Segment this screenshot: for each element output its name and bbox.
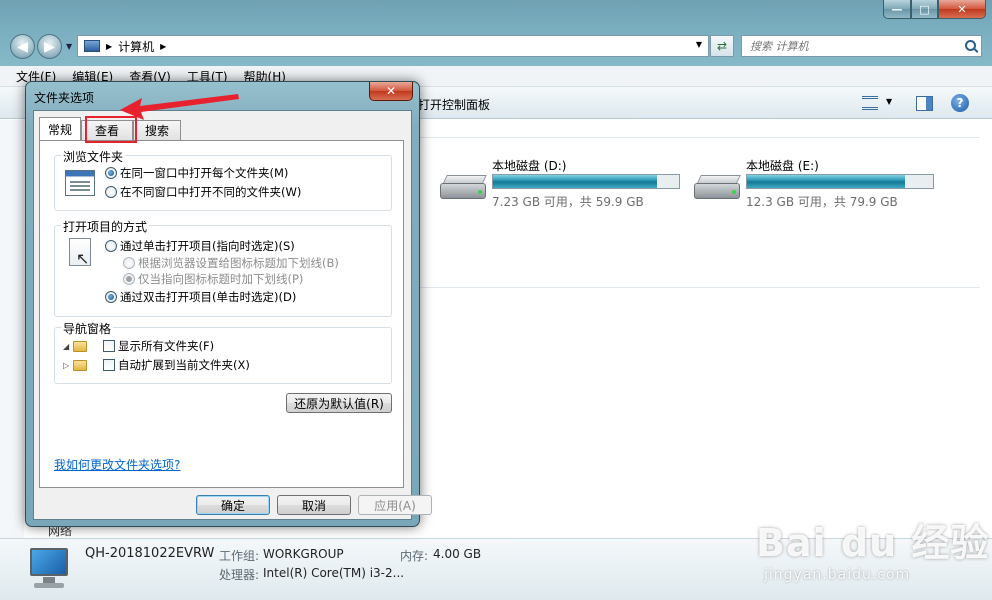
dialog-body: 常规 查看 搜索 浏览文件夹 在同一窗口中打开每个文件夹(M) 在不同窗口中打开…	[33, 110, 432, 520]
drive-d[interactable]: 本地磁盘 (D:) 7.23 GB 可用，共 59.9 GB	[440, 157, 690, 213]
navigation-pane	[0, 120, 24, 538]
radio-same-window[interactable]: 在同一窗口中打开每个文件夹(M)	[105, 165, 288, 181]
open-control-panel-button[interactable]: 打开控制面板	[418, 96, 490, 113]
hard-drive-icon	[694, 175, 741, 201]
drive-usage-fill	[493, 175, 657, 188]
radio-button	[123, 273, 135, 285]
view-dropdown-icon[interactable]: ▼	[886, 97, 892, 106]
forward-button[interactable]: ▶	[37, 34, 62, 59]
baidu-watermark: Bai du 经验 jingyan.baidu.com	[756, 512, 989, 583]
click-pointer-icon	[69, 238, 91, 268]
breadcrumb-arrow-icon[interactable]: ▶	[106, 42, 112, 51]
option-label: 自动扩展到当前文件夹(X)	[118, 358, 250, 372]
change-view-icon[interactable]	[862, 96, 878, 110]
checkbox[interactable]	[103, 340, 115, 352]
recent-pages-dropdown[interactable]: ▼	[66, 42, 72, 51]
caption-buttons: — □ ✕	[883, 0, 986, 19]
checkbox-show-all-folders[interactable]: ◢ 显示所有文件夹(F)	[63, 338, 214, 354]
watermark-url: jingyan.baidu.com	[764, 567, 911, 583]
preview-pane-icon[interactable]	[916, 96, 933, 111]
drive-usage-bar	[492, 174, 680, 189]
option-label: 在同一窗口中打开每个文件夹(M)	[120, 166, 289, 180]
tab-general[interactable]: 常规	[39, 117, 81, 140]
group-divider	[420, 137, 980, 138]
ok-button[interactable]: 确定	[196, 495, 270, 515]
memory-label: 内存:	[400, 549, 429, 563]
option-label: 仅当指向图标标题时加下划线(P)	[138, 272, 304, 286]
watermark-logo: Bai du 经验	[756, 521, 990, 565]
option-label: 根据浏览器设置给图标标题加下划线(B)	[138, 256, 339, 270]
option-label: 通过单击打开项目(指向时选定)(S)	[120, 239, 295, 253]
checkbox-auto-expand[interactable]: ▷ 自动扩展到当前文件夹(X)	[63, 357, 250, 373]
search-icon[interactable]	[965, 40, 976, 51]
address-dropdown-icon[interactable]: ▼	[696, 40, 702, 49]
help-link[interactable]: 我如何更改文件夹选项?	[54, 456, 180, 473]
radio-button	[123, 257, 135, 269]
drive-e[interactable]: 本地磁盘 (E:) 12.3 GB 可用，共 79.9 GB	[694, 157, 944, 213]
drive-free-space: 7.23 GB 可用，共 59.9 GB	[492, 195, 644, 209]
drive-name: 本地磁盘 (E:)	[746, 159, 819, 173]
dialog-close-button[interactable]: ✕	[369, 82, 413, 101]
restore-defaults-button[interactable]: 还原为默认值(R)	[286, 393, 392, 413]
computer-name: QH-20181022EVRW	[85, 546, 215, 561]
computer-icon	[84, 40, 100, 52]
group-title: 浏览文件夹	[61, 148, 126, 165]
navigation-buttons: ◀ ▶ ▼	[10, 34, 72, 59]
maximize-button[interactable]: □	[911, 0, 938, 19]
annotation-arrow-icon	[120, 94, 239, 120]
group-title: 打开项目的方式	[61, 218, 150, 235]
radio-button[interactable]	[105, 167, 117, 179]
close-button[interactable]: ✕	[938, 0, 986, 19]
dialog-title: 文件夹选项	[34, 91, 95, 105]
drive-usage-fill	[747, 175, 906, 188]
radio-single-click[interactable]: 通过单击打开项目(指向时选定)(S)	[105, 238, 295, 254]
group-divider	[420, 287, 980, 288]
drive-free-space: 12.3 GB 可用，共 79.9 GB	[746, 195, 898, 209]
radio-new-window[interactable]: 在不同窗口中打开不同的文件夹(W)	[105, 184, 301, 200]
navigation-pane-group: 导航窗格 ◢ 显示所有文件夹(F) ▷ 自动扩展到当前文件夹(X)	[54, 320, 392, 384]
folder-options-dialog: 文件夹选项 ✕ 常规 查看 搜索 浏览文件夹 在同一窗口中打开每个文件夹(M) …	[25, 81, 432, 527]
radio-double-click[interactable]: 通过双击打开项目(单击时选定)(D)	[105, 289, 296, 305]
radio-underline-browser: 根据浏览器设置给图标标题加下划线(B)	[123, 255, 339, 271]
folder-icon	[73, 359, 87, 371]
collapsed-triangle-icon: ▷	[63, 360, 70, 370]
processor-value: Intel(R) Core(TM) i3-2...	[263, 566, 405, 580]
minimize-button[interactable]: —	[883, 0, 911, 19]
back-button[interactable]: ◀	[10, 34, 35, 59]
workgroup-value: WORKGROUP	[263, 547, 344, 561]
window-icon	[65, 170, 95, 196]
radio-button[interactable]	[105, 186, 117, 198]
memory-value: 4.00 GB	[433, 547, 482, 561]
checkbox[interactable]	[103, 359, 115, 371]
radio-underline-hover: 仅当指向图标标题时加下划线(P)	[123, 271, 303, 287]
option-label: 在不同窗口中打开不同的文件夹(W)	[120, 185, 302, 199]
option-label: 通过双击打开项目(单击时选定)(D)	[120, 290, 297, 304]
cancel-button[interactable]: 取消	[277, 495, 351, 515]
hard-drive-icon	[440, 175, 487, 201]
browse-folders-group: 浏览文件夹 在同一窗口中打开每个文件夹(M) 在不同窗口中打开不同的文件夹(W)	[54, 148, 392, 211]
option-label: 显示所有文件夹(F)	[118, 339, 215, 353]
help-icon[interactable]: ?	[951, 94, 969, 112]
radio-button[interactable]	[105, 240, 117, 252]
drive-name: 本地磁盘 (D:)	[492, 159, 567, 173]
processor-label: 处理器:	[219, 568, 260, 582]
breadcrumb-arrow-icon[interactable]: ▶	[160, 42, 166, 51]
drive-usage-bar	[746, 174, 934, 189]
apply-button: 应用(A)	[358, 495, 432, 515]
expanded-triangle-icon: ◢	[63, 341, 70, 351]
general-tab-panel: 浏览文件夹 在同一窗口中打开每个文件夹(M) 在不同窗口中打开不同的文件夹(W)…	[39, 140, 404, 488]
click-items-group: 打开项目的方式 通过单击打开项目(指向时选定)(S) 根据浏览器设置给图标标题加…	[54, 218, 392, 317]
explorer-title-frame: — □ ✕ ◀ ▶ ▼ ▶ 计算机 ▶ ▼ ⇄	[0, 0, 992, 66]
refresh-button[interactable]: ⇄	[710, 35, 734, 57]
address-bar[interactable]: ▶ 计算机 ▶ ▼	[77, 35, 709, 57]
computer-icon	[26, 548, 70, 592]
group-title: 导航窗格	[61, 320, 114, 337]
radio-button[interactable]	[105, 291, 117, 303]
folder-icon	[73, 340, 87, 352]
search-box[interactable]	[741, 35, 982, 57]
breadcrumb-computer[interactable]: 计算机	[118, 38, 154, 55]
search-input[interactable]	[750, 39, 950, 53]
workgroup-label: 工作组:	[219, 549, 260, 563]
